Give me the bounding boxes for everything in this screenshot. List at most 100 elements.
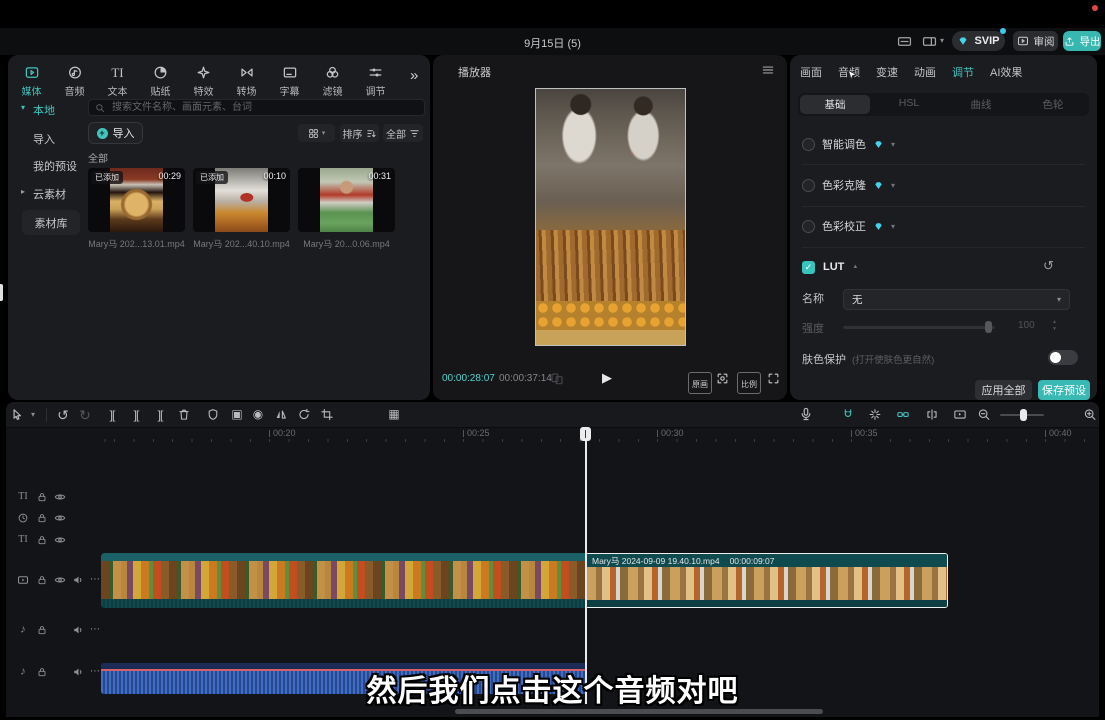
ribbon-media[interactable]: 媒体 [10, 59, 53, 98]
import-button[interactable]: + 导入 [88, 122, 143, 144]
ribbon-text[interactable]: TI 文本 [96, 59, 139, 98]
ribbon-transition[interactable]: 转场 [225, 59, 268, 98]
tab-animation[interactable]: 动画 [914, 64, 936, 80]
frame-pages-icon[interactable] [550, 372, 564, 386]
mute-icon[interactable] [72, 574, 84, 586]
sidebar-item-asset-library[interactable]: 素材库 [22, 210, 80, 235]
sidebar-item-cloud-assets[interactable]: 云素材 [33, 186, 66, 202]
selected-video-clip[interactable]: Mary马 2024-09-09 19.40.10.mp4 00:00:09:0… [585, 553, 948, 608]
row-color-clone[interactable]: 色彩克隆 ▾ [802, 178, 1085, 192]
playhead-handle[interactable] [580, 427, 591, 441]
lock-icon[interactable] [37, 575, 48, 586]
main-track-magnet-icon[interactable] [926, 408, 939, 421]
lut-name-select[interactable]: 无 ▾ [843, 289, 1070, 310]
filter-button[interactable]: 全部 [383, 124, 423, 142]
smart-color-toggle[interactable] [802, 138, 815, 151]
shortcut-panel-icon[interactable] [896, 34, 913, 49]
extract-frame-icon[interactable]: ▦ [388, 408, 399, 420]
zoom-out-icon[interactable] [978, 408, 991, 421]
delete-right-icon[interactable]: ][ [158, 409, 163, 421]
tab-adjust[interactable]: 调节 [952, 64, 974, 80]
eye-icon[interactable] [54, 574, 66, 586]
subtab-curves[interactable]: 曲线 [945, 97, 1017, 112]
layout-chevron-icon[interactable]: ▾ [940, 36, 944, 45]
sidebar-item-local[interactable]: 本地 [33, 102, 55, 118]
local-caret-icon[interactable]: ▾ [21, 103, 25, 112]
crop-icon[interactable] [321, 408, 334, 421]
ribbon-audio[interactable]: 音频 [53, 59, 96, 98]
lut-reset-icon[interactable]: ↺ [1043, 258, 1054, 274]
record-voice-icon[interactable] [799, 407, 813, 421]
playhead-line[interactable] [585, 441, 587, 704]
rotate-icon[interactable] [298, 408, 311, 421]
media-item[interactable]: 00:31 Mary马 20...0.06.mp4 [298, 168, 395, 250]
export-button[interactable]: 导出 [1063, 31, 1101, 51]
linkage-icon[interactable] [869, 408, 882, 421]
search-bar[interactable] [88, 99, 425, 116]
quality-button[interactable]: 原画 [688, 372, 712, 394]
layout-panel-icon[interactable] [921, 34, 938, 49]
mute-icon[interactable] [72, 624, 84, 636]
lock-icon[interactable] [37, 535, 48, 546]
tab-ai-effects[interactable]: AI效果 [990, 64, 1022, 80]
left-edge-handle[interactable] [0, 284, 3, 301]
fullscreen-icon[interactable] [767, 372, 780, 385]
mirror-icon[interactable] [275, 408, 288, 421]
zoom-in-icon[interactable] [1084, 408, 1097, 421]
strength-slider-track[interactable] [843, 326, 995, 329]
row-color-correction[interactable]: 色彩校正 ▾ [802, 219, 1085, 233]
select-tool-icon[interactable] [10, 408, 24, 422]
lock-icon[interactable] [37, 492, 48, 503]
video-clip[interactable] [101, 553, 585, 608]
strength-stepper[interactable]: ▲▼ [1052, 319, 1057, 333]
media-item[interactable]: 已添加 00:29 Mary马 202...13.01.mp4 [88, 168, 185, 250]
ratio-button[interactable]: 比例 [737, 372, 761, 394]
row-smart-color[interactable]: 智能调色 ▾ [802, 137, 1085, 151]
sort-button[interactable]: 排序 [340, 124, 379, 142]
lock-icon[interactable] [37, 625, 48, 636]
row-chevron-icon[interactable]: ▾ [891, 222, 895, 231]
media-item[interactable]: 已添加 00:10 Mary马 202...40.10.mp4 [193, 168, 290, 250]
redo-icon[interactable]: ↻ [79, 408, 91, 422]
freeze-frame-icon[interactable]: ▣ [231, 408, 242, 420]
tab-picture[interactable]: 画面 [800, 64, 822, 80]
ribbon-adjust[interactable]: 调节 [354, 59, 397, 98]
delete-left-icon[interactable]: ][ [134, 409, 139, 421]
subtab-hsl[interactable]: HSL [873, 97, 945, 109]
ribbon-more-icon[interactable]: » [410, 67, 418, 84]
search-input[interactable] [110, 101, 418, 114]
preview-axis-icon[interactable] [896, 408, 910, 421]
ribbon-effects[interactable]: 特效 [182, 59, 225, 98]
timeline-zoom-slider[interactable] [1000, 414, 1044, 416]
play-button[interactable]: ▶ [602, 370, 612, 386]
lock-icon[interactable] [37, 513, 48, 524]
svip-button[interactable]: SVIP [952, 31, 1005, 51]
snap-icon[interactable] [841, 408, 855, 421]
eye-icon[interactable] [54, 491, 66, 503]
subtab-color-wheel[interactable]: 色轮 [1017, 97, 1089, 112]
track-more-icon[interactable]: ⋯ [90, 625, 100, 635]
sidebar-item-import[interactable]: 导入 [33, 131, 55, 147]
focus-button-icon[interactable] [716, 372, 729, 385]
review-button[interactable]: 审阅 [1013, 31, 1058, 51]
color-clone-toggle[interactable] [802, 179, 815, 192]
row-chevron-icon[interactable]: ▾ [891, 181, 895, 190]
ribbon-filters[interactable]: 滤镜 [311, 59, 354, 98]
save-preset-button[interactable]: 保存预设 [1038, 380, 1090, 400]
mask-icon[interactable] [207, 408, 220, 421]
skin-protect-toggle[interactable] [1048, 350, 1078, 365]
sidebar-item-my-presets[interactable]: 我的预设 [33, 158, 77, 174]
eye-icon[interactable] [54, 512, 66, 524]
lut-collapse-icon[interactable]: ▲ [852, 264, 858, 270]
ribbon-sticker[interactable]: 贴纸 [139, 59, 182, 98]
timeline-ruler[interactable]: 00:20 00:25 00:30 00:35 00:40 [6, 428, 1099, 445]
split-icon[interactable]: ][ [110, 409, 115, 421]
delete-icon[interactable] [178, 408, 191, 421]
zoom-slider-knob[interactable] [1020, 409, 1027, 421]
strength-slider-knob[interactable] [985, 321, 992, 333]
eye-icon[interactable] [54, 534, 66, 546]
ribbon-captions[interactable]: 字幕 [268, 59, 311, 98]
apply-all-button[interactable]: 应用全部 [975, 380, 1032, 400]
subtab-basic[interactable]: 基础 [800, 95, 870, 114]
track-more-icon[interactable]: ⋯ [90, 575, 100, 585]
